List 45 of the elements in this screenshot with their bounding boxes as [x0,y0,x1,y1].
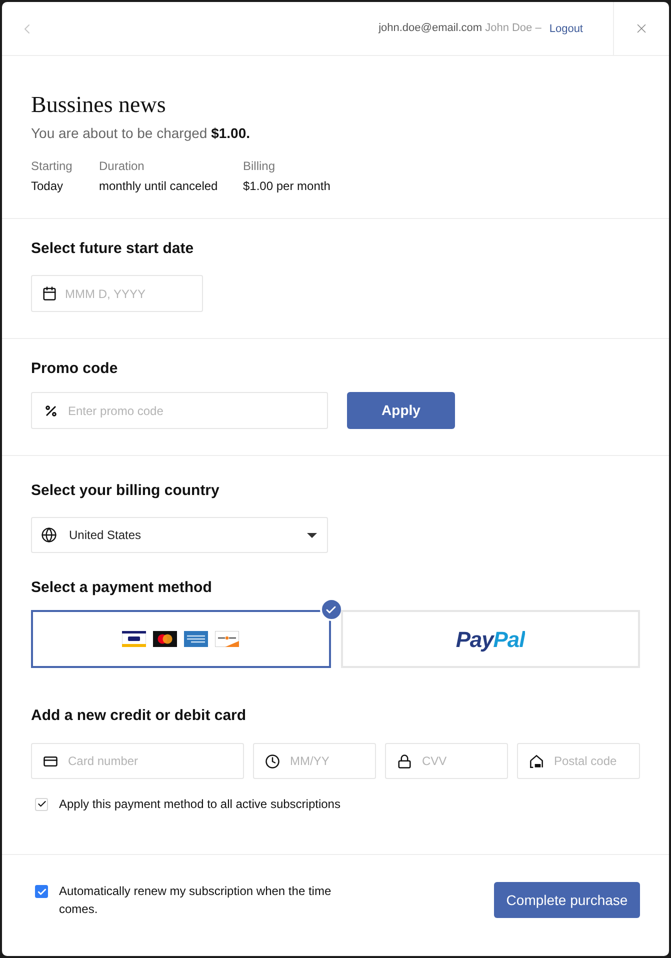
section-heading: Select future start date [31,239,195,259]
charge-notice: You are about to be charged $1.00. [31,124,252,143]
apply-button[interactable]: Apply [347,392,455,429]
checkbox-label: Automatically renew my subscription when the time comes. [59,883,332,918]
padlock-icon [397,754,412,768]
card-input-field[interactable]: Card number [31,743,244,779]
section-heading: Add a new credit or debit card [31,706,248,726]
checkbox-label: Apply this payment method to all active subscriptions [59,796,340,812]
percent-icon [44,404,58,418]
promo-code-field[interactable]: Enter promo code [31,392,328,429]
payment-method-option[interactable]: PayPal [340,610,640,668]
card-input-field[interactable]: Postal code [517,743,640,779]
calendar-icon [42,286,57,301]
payment-method-option[interactable] [31,610,330,668]
detail-value: $1.00 per month [243,178,330,194]
logout-link[interactable]: Logout [549,21,583,38]
checkmark-icon [36,799,46,809]
detail-label: Billing [243,158,276,174]
checkbox[interactable] [35,885,48,898]
user-name: John Doe – [485,21,542,36]
detail-label: Starting [31,158,74,174]
complete-purchase-button[interactable]: Complete purchase [494,882,640,918]
checkmark-icon [36,886,46,896]
card-logo-icon [122,631,146,647]
date-field[interactable]: MMM D, YYYY [31,275,203,312]
clock-icon [265,754,280,768]
credit-card-icon [43,754,58,768]
card-logo-icon [153,631,178,647]
product-title: Bussines news [31,91,167,119]
card-logo-icon [215,631,240,647]
detail-value: Today [31,178,64,194]
user-email: john.doe@email.com [378,21,482,36]
section-heading: Select your billing country [31,481,220,501]
detail-label: Duration [99,158,146,174]
card-logo-icon [184,631,208,647]
house-icon [529,754,544,768]
checkbox[interactable] [35,798,48,810]
card-input-field[interactable]: MM/YY [253,743,376,779]
caret-down-icon [307,532,317,538]
card-input-field[interactable]: CVV [385,743,508,779]
section-heading: Promo code [31,359,119,379]
detail-value: monthly until canceled [99,178,219,194]
country-select[interactable]: United States [31,517,328,553]
section-heading: Select a payment method [31,578,213,598]
globe-icon [41,527,57,543]
